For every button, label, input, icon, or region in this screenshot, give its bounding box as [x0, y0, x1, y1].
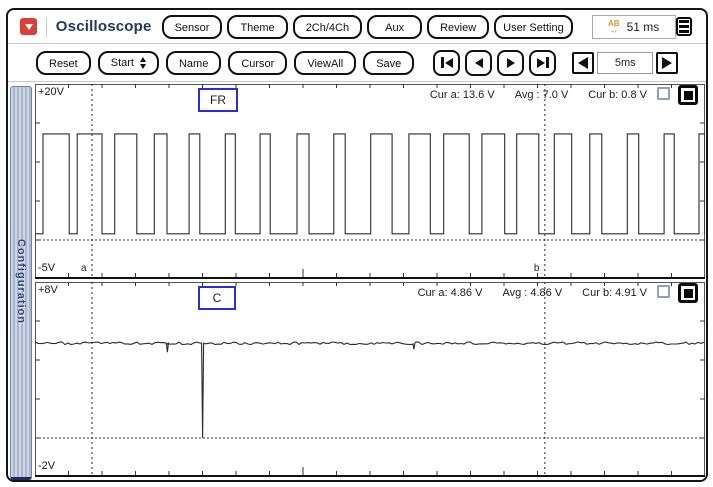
y-min-label: -5V — [38, 262, 56, 274]
channel-label: FR — [210, 93, 226, 107]
reset-button[interactable]: Reset — [36, 50, 91, 75]
aux-button[interactable]: Aux — [367, 14, 423, 39]
measurement-readouts: Cur a: 4.86 V Avg : 4.86 V Cur b: 4.91 V — [418, 287, 647, 299]
skip-to-start-icon — [441, 57, 453, 68]
channel-panel-c: +8V -2V C Cur a: 4.86 V Avg : 4.86 V Cur… — [35, 282, 705, 477]
viewall-button[interactable]: ViewAll — [294, 50, 357, 75]
app-logo-icon[interactable] — [20, 18, 37, 35]
skip-to-end-icon — [537, 57, 549, 68]
skip-to-end-button[interactable] — [529, 49, 557, 76]
timebase-value[interactable]: 5ms — [597, 51, 654, 74]
channel-visibility-checkbox[interactable] — [657, 285, 670, 298]
oscilloscope-window: Oscilloscope Sensor Theme 2Ch/4Ch Aux Re… — [6, 8, 708, 482]
timebase-control: 5ms — [572, 51, 679, 74]
cursor-a-readout: Cur a: 4.86 V — [417, 287, 483, 299]
sensor-button[interactable]: Sensor — [161, 14, 223, 39]
channel-visibility-checkbox[interactable] — [657, 87, 670, 100]
channel-label-box[interactable]: C — [198, 286, 236, 310]
cursor-b-label: b — [533, 263, 540, 274]
top-toolbar: Oscilloscope Sensor Theme 2Ch/4Ch Aux Re… — [8, 10, 706, 44]
y-min-label: -2V — [38, 460, 56, 472]
start-button[interactable]: Start — [97, 50, 159, 75]
step-back-button[interactable] — [465, 49, 493, 76]
channel-label: C — [212, 291, 222, 305]
cursor-b-readout: Cur b: 0.8 V — [588, 89, 647, 101]
measure-time-value: 51 ms — [626, 19, 660, 34]
cursor-button[interactable]: Cursor — [228, 50, 288, 75]
timebase-increase-button[interactable] — [656, 51, 679, 74]
channel-label-box[interactable]: FR — [198, 88, 238, 112]
skip-to-start-button[interactable] — [433, 49, 461, 76]
app-title: Oscilloscope — [55, 18, 152, 35]
dropdown-triangle-icon — [24, 23, 33, 30]
play-forward-icon — [506, 57, 515, 68]
sidebar-tab-label: Configuration — [15, 239, 27, 325]
cursor-a-readout: Cur a: 13.6 V — [429, 89, 495, 101]
y-max-label: +20V — [38, 86, 64, 98]
user-setting-button[interactable]: User Setting — [494, 14, 573, 39]
theme-button[interactable]: Theme — [227, 14, 288, 39]
cursor-a-label: a — [80, 263, 87, 274]
channel-panel-fr: +20V -5V FR Cur a: 13.6 V Avg : 7.0 V Cu… — [35, 84, 705, 279]
sidebar-tab-configuration[interactable]: Configuration — [10, 86, 32, 480]
timebase-decrease-button[interactable] — [572, 51, 595, 74]
measure-time-display: AB ↔ 51 ms — [591, 14, 676, 39]
left-arrow-icon — [578, 56, 589, 69]
avg-readout: Avg : 7.0 V — [514, 89, 569, 101]
cursor-b-readout: Cur b: 4.91 V — [582, 287, 647, 299]
channel-active-checkbox[interactable] — [678, 283, 698, 303]
save-button[interactable]: Save — [363, 50, 415, 75]
spinner-updown-icon — [139, 56, 146, 69]
avg-readout: Avg : 4.86 V — [502, 287, 563, 299]
channel-mode-button[interactable]: 2Ch/4Ch — [292, 14, 363, 39]
right-arrow-icon — [662, 56, 673, 69]
play-forward-button[interactable] — [497, 49, 525, 76]
measurement-readouts: Cur a: 13.6 V Avg : 7.0 V Cur b: 0.8 V — [430, 89, 647, 101]
menu-icon[interactable] — [675, 17, 692, 36]
divider — [46, 16, 47, 37]
channel-active-checkbox[interactable] — [678, 85, 698, 105]
review-button[interactable]: Review — [427, 14, 490, 39]
control-toolbar: Reset Start Name Cursor ViewAll Save 5ms — [8, 44, 706, 82]
y-max-label: +8V — [38, 284, 58, 296]
playback-controls — [433, 49, 557, 76]
name-button[interactable]: Name — [165, 50, 222, 75]
step-back-icon — [474, 57, 483, 68]
measure-ab-icon: AB ↔ — [608, 18, 620, 35]
